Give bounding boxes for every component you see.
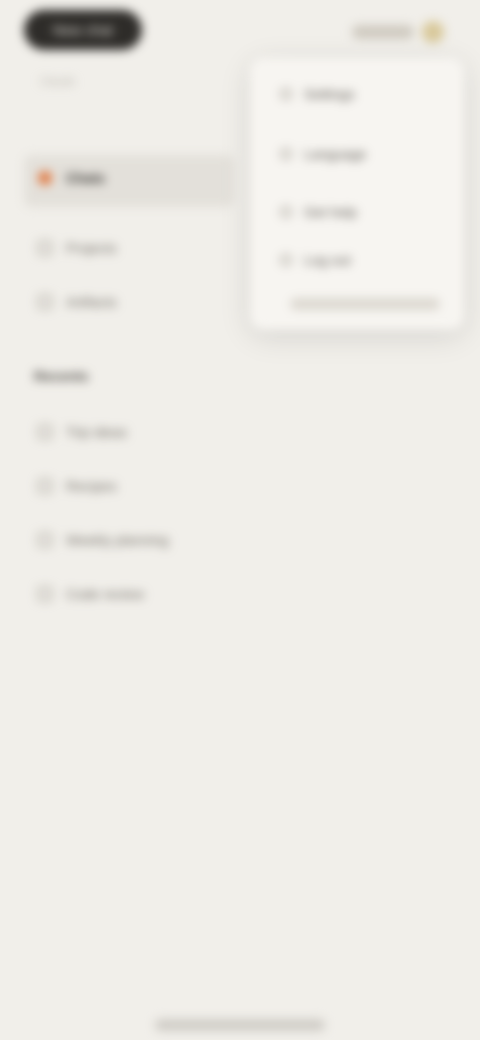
sidebar-item-label: Projects	[66, 240, 117, 256]
recent-item[interactable]: Weekly planning	[38, 528, 168, 552]
recent-item[interactable]: Code review	[38, 582, 144, 606]
account-dropdown-menu: Settings Language Get help Log out	[250, 58, 464, 330]
folder-icon	[38, 241, 52, 255]
menu-item-help[interactable]: Get help	[280, 202, 357, 222]
chat-icon	[38, 425, 52, 439]
new-chat-button[interactable]: New chat	[24, 10, 142, 50]
account-area[interactable]	[352, 18, 444, 46]
globe-icon	[280, 148, 292, 160]
recent-item-label: Trip ideas	[66, 424, 127, 440]
recent-item-label: Weekly planning	[66, 532, 169, 548]
chat-icon	[38, 479, 52, 493]
sidebar-item-projects[interactable]: Projects	[38, 236, 117, 260]
chat-icon	[38, 587, 52, 601]
sidebar-item-artifacts[interactable]: Artifacts	[38, 290, 117, 314]
menu-item-settings[interactable]: Settings	[280, 84, 355, 104]
avatar[interactable]	[422, 21, 444, 43]
recent-item-label: Recipes	[66, 478, 117, 494]
sidebar-item-label: Artifacts	[66, 294, 117, 310]
recents-heading: Recents	[34, 368, 89, 384]
logout-icon	[280, 254, 292, 266]
account-name-bar	[352, 25, 414, 39]
chat-icon	[38, 533, 52, 547]
chat-icon	[38, 171, 52, 185]
help-icon	[280, 206, 292, 218]
menu-item-label: Get help	[304, 204, 357, 220]
menu-item-label: Settings	[304, 86, 355, 102]
recent-item[interactable]: Trip ideas	[38, 420, 127, 444]
sidebar-item-label: Chats	[66, 170, 105, 186]
menu-item-logout[interactable]: Log out	[280, 250, 351, 270]
home-indicator	[155, 1019, 325, 1031]
menu-item-language[interactable]: Language	[280, 144, 366, 164]
recent-item[interactable]: Recipes	[38, 474, 117, 498]
gear-icon	[280, 88, 292, 100]
new-chat-label: New chat	[53, 22, 113, 38]
menu-item-label: Log out	[304, 252, 351, 268]
recent-item-label: Code review	[66, 586, 144, 602]
app-subtitle: Claude	[40, 76, 75, 88]
blurred-screen: New chat Claude Chats Projects Artifacts…	[0, 0, 480, 1040]
artifact-icon	[38, 295, 52, 309]
sidebar-item-chats[interactable]: Chats	[38, 166, 105, 190]
menu-item-label: Language	[304, 146, 367, 162]
menu-footer-bar	[290, 298, 440, 310]
